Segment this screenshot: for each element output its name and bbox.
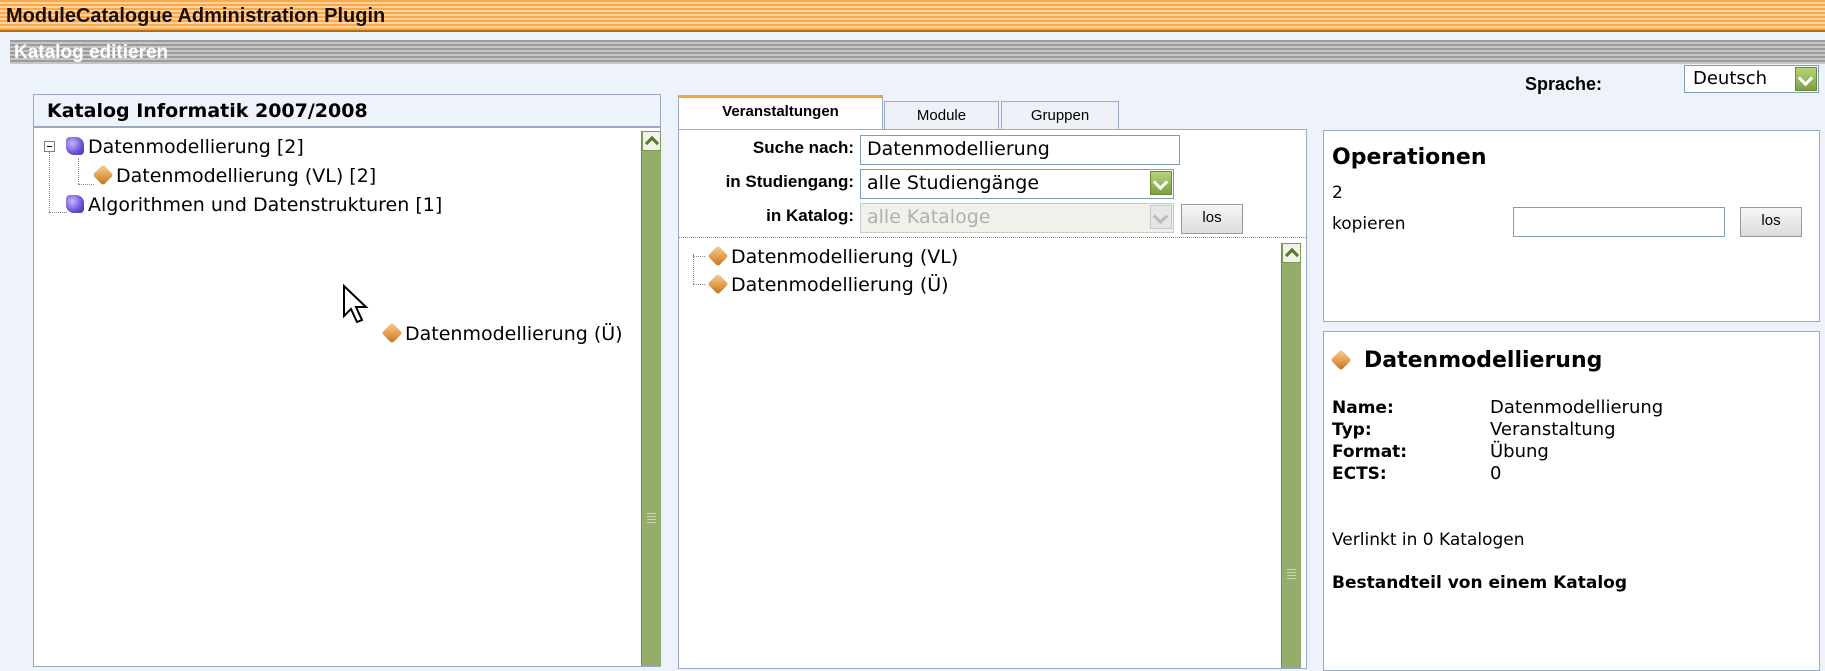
copy-go-button[interactable]: los [1740, 207, 1802, 237]
detail-value: Übung [1490, 441, 1549, 462]
tree-connector [693, 254, 694, 284]
result-label: Datenmodellierung (VL) [731, 246, 959, 268]
package-icon [1330, 349, 1352, 371]
detail-key: Name: [1332, 398, 1394, 418]
language-selected-value: Deutsch [1693, 68, 1768, 89]
search-query-label: Suche nach: [752, 138, 854, 157]
tree-connector [693, 256, 705, 257]
tab-label: Gruppen [1030, 107, 1090, 124]
scroll-up-icon[interactable] [1282, 243, 1301, 263]
tree-node-label: Algorithmen und Datenstrukturen [1] [88, 194, 443, 216]
drag-item-label: Datenmodellierung (Ü) [405, 323, 623, 345]
catalog-filter-value: alle Kataloge [867, 206, 991, 228]
language-label: Sprache: [1525, 74, 1603, 94]
search-go-button[interactable]: los [1181, 204, 1243, 234]
scroll-grip[interactable] [1287, 569, 1296, 579]
detail-value: 0 [1490, 463, 1502, 484]
collapse-toggle-icon[interactable] [44, 141, 55, 152]
dropdown-arrow-icon[interactable] [1795, 67, 1817, 91]
tab-veranstaltungen[interactable]: Veranstaltungen [678, 95, 883, 130]
tree-connector [49, 152, 50, 212]
catalog-filter-select: alle Kataloge [860, 203, 1174, 233]
puzzle-icon [66, 195, 84, 213]
result-item[interactable]: Datenmodellierung (Ü) [707, 273, 949, 296]
scroll-grip[interactable] [647, 513, 656, 523]
package-icon [707, 273, 729, 295]
copy-input[interactable] [1513, 207, 1725, 237]
puzzle-icon [66, 137, 84, 155]
details-title: Datenmodellierung [1364, 348, 1603, 373]
package-icon [381, 322, 403, 344]
result-item[interactable]: Datenmodellierung (VL) [707, 245, 959, 268]
catalog-title: Katalog Informatik 2007/2008 [47, 100, 368, 122]
linked-count: Verlinkt in 0 Katalogen [1332, 530, 1525, 550]
scroll-up-icon[interactable] [642, 131, 661, 151]
app-title: ModuleCatalogue Administration Plugin [6, 5, 386, 27]
tree-node-label: Datenmodellierung [2] [88, 136, 304, 158]
detail-key: Format: [1332, 442, 1408, 462]
dropdown-arrow-icon [1150, 205, 1172, 229]
operations-title: Operationen [1332, 145, 1487, 170]
mouse-cursor-icon [340, 283, 380, 333]
language-select[interactable]: Deutsch [1684, 65, 1819, 93]
tree-connector [49, 212, 67, 213]
detail-value: Veranstaltung [1490, 419, 1616, 440]
tree-connector [693, 284, 705, 285]
tree-connector [78, 158, 79, 184]
search-query-input[interactable]: Datenmodellierung [860, 135, 1180, 165]
tab-gruppen[interactable]: Gruppen [1001, 101, 1119, 129]
tab-label: Veranstaltungen [722, 103, 839, 120]
package-icon [707, 245, 729, 267]
app-title-bar: ModuleCatalogue Administration Plugin [0, 0, 1825, 32]
tree-scrollbar[interactable] [641, 131, 661, 666]
catalog-filter-label: in Katalog: [766, 206, 854, 225]
program-select-value: alle Studiengänge [867, 172, 1040, 194]
tree-connector [78, 184, 94, 185]
package-icon [92, 164, 114, 186]
details-panel: Datenmodellierung Name: Datenmodellierun… [1323, 331, 1820, 671]
tab-label: Module [916, 107, 967, 124]
detail-key: ECTS: [1332, 464, 1387, 484]
detail-key: Typ: [1332, 420, 1372, 440]
tree-node[interactable]: Datenmodellierung [2] [66, 136, 304, 158]
details-header: Datenmodellierung [1330, 348, 1603, 373]
tree-node-label: Datenmodellierung (VL) [2] [116, 165, 377, 187]
result-label: Datenmodellierung (Ü) [731, 274, 949, 296]
catalog-tree-panel: Datenmodellierung [2] Datenmodellierung … [33, 127, 661, 667]
drag-item[interactable]: Datenmodellierung (Ü) [381, 322, 623, 345]
dropdown-arrow-icon[interactable] [1150, 171, 1172, 195]
program-select[interactable]: alle Studiengänge [860, 169, 1174, 199]
tab-module[interactable]: Module [884, 101, 999, 129]
divider [679, 237, 1306, 238]
program-label: in Studiengang: [725, 172, 854, 191]
part-of-text: Bestandteil von einem Katalog [1332, 573, 1628, 593]
search-panel: Suche nach: Datenmodellierung in Studien… [678, 129, 1307, 669]
tree-node[interactable]: Algorithmen und Datenstrukturen [1] [66, 194, 442, 216]
operations-count: 2 [1332, 183, 1343, 203]
copy-label: kopieren [1332, 214, 1406, 234]
section-title-bar: Katalog editieren [10, 40, 1825, 64]
operations-panel: Operationen 2 kopieren los [1323, 130, 1820, 322]
section-title: Katalog editieren [14, 42, 169, 63]
results-scrollbar[interactable] [1281, 243, 1301, 668]
tree-node[interactable]: Datenmodellierung (VL) [2] [92, 164, 377, 187]
detail-value: Datenmodellierung [1490, 397, 1664, 418]
